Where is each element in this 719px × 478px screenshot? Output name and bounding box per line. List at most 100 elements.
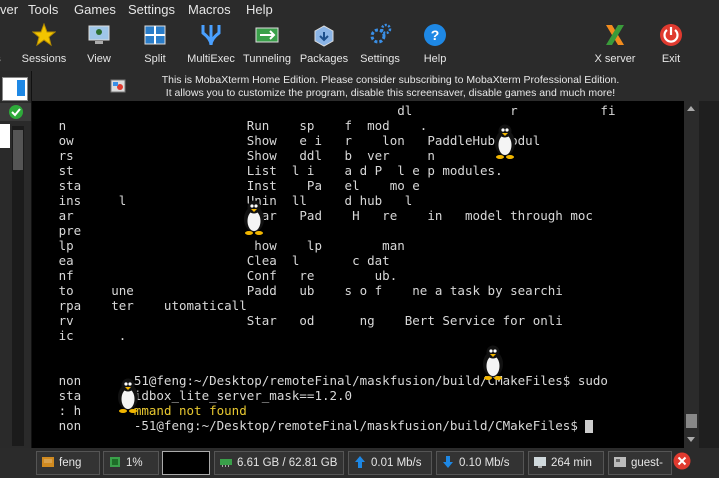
upload-icon — [355, 455, 365, 468]
status-graph-box — [162, 451, 210, 475]
status-guest: guest- — [608, 451, 672, 475]
help-button[interactable]: ? Help — [405, 19, 465, 71]
x-server-label: X server — [594, 53, 636, 65]
guest-icon — [614, 456, 626, 467]
status-guest-label: guest- — [631, 457, 663, 469]
sidebar-tab[interactable] — [2, 77, 28, 101]
partial-button[interactable]: ns — [0, 19, 15, 71]
terminal-line: lp how lp man — [36, 238, 405, 253]
memory-icon — [220, 458, 232, 467]
terminal-cursor — [585, 420, 594, 433]
terminal-line: ow Show e i r lon PaddleHub modul — [36, 133, 541, 148]
user-icon — [42, 456, 54, 467]
terminal-line: ar Sear Pad H re in model through moc — [36, 208, 593, 223]
terminal-line: : h mmand not found — [36, 403, 247, 418]
tux-penguin-2 — [241, 199, 267, 235]
split-button[interactable]: Split — [125, 19, 185, 71]
menu-help[interactable]: Help — [246, 2, 273, 17]
view-button[interactable]: View — [69, 19, 129, 71]
sidebar-row — [0, 103, 31, 121]
terminal-line: rv Star od ng Bert Service for onli — [36, 313, 563, 328]
packages-button[interactable]: Packages — [294, 19, 354, 71]
terminal-line: to une Padd ub s o f ne a task by search… — [36, 283, 563, 298]
tux-penguin-3 — [480, 344, 506, 380]
star-icon — [32, 23, 56, 47]
fork-icon — [201, 25, 221, 46]
help-label: Help — [423, 53, 447, 65]
terminal-scrollbar[interactable] — [684, 101, 699, 448]
partial-label: ns — [0, 53, 15, 65]
error-message: mmand not found — [133, 403, 247, 418]
download-icon — [443, 455, 453, 468]
terminal-line: non -51@feng:~/Desktop/remoteFinal/maskf… — [36, 418, 594, 433]
power-icon — [660, 24, 682, 46]
tunnel-icon — [255, 27, 279, 43]
menu-games[interactable]: Games — [74, 2, 116, 17]
banner-line-2: It allows you to customize the program, … — [165, 87, 616, 99]
menu-macros[interactable]: Macros — [188, 2, 231, 17]
tunneling-label: Tunneling — [243, 53, 291, 65]
terminal-line: ic . — [36, 328, 127, 343]
menu-view[interactable]: ver — [0, 2, 18, 17]
check-icon — [9, 105, 23, 119]
menu-settings[interactable]: Settings — [128, 2, 175, 17]
tunneling-button[interactable]: Tunneling — [237, 19, 297, 71]
split-icon — [144, 25, 166, 45]
terminal-line: ins l Unin ll d hub l — [36, 193, 413, 208]
status-upload: 0.01 Mb/s — [348, 451, 432, 475]
status-user-label: feng — [59, 457, 82, 469]
settings-label: Settings — [360, 53, 400, 65]
cpu-icon — [110, 456, 120, 467]
menu-bar: ver Tools Games Settings Macros Help — [0, 0, 719, 19]
status-upload-label: 0.01 Mb/s — [371, 457, 422, 469]
status-memory: 6.61 GB / 62.81 GB — [214, 451, 344, 475]
banner-line-1: This is MobaXterm Home Edition. Please c… — [161, 74, 620, 86]
exit-label: Exit — [661, 53, 681, 65]
package-icon — [314, 25, 334, 47]
clock-icon — [534, 456, 546, 468]
sessions-label: Sessions — [21, 53, 67, 65]
terminal-line: n Run sp f mod . — [36, 118, 428, 133]
sidebar-white-block — [0, 124, 10, 148]
menu-tools[interactable]: Tools — [28, 2, 58, 17]
terminal-line: sta Inst Pa el mo e — [36, 178, 420, 193]
scroll-thumb[interactable] — [686, 414, 697, 428]
multiexec-button[interactable]: MultiExec — [181, 19, 241, 71]
status-memory-label: 6.61 GB / 62.81 GB — [237, 457, 338, 469]
tux-penguin-1 — [492, 123, 518, 159]
status-cpu: 1% — [103, 451, 159, 475]
x-server-button[interactable]: X server — [585, 19, 645, 71]
scroll-down-icon[interactable] — [687, 437, 695, 442]
svg-text:?: ? — [431, 27, 440, 43]
view-label: View — [87, 53, 111, 65]
exit-button[interactable]: Exit — [641, 19, 701, 71]
status-download-label: 0.10 Mb/s — [459, 457, 510, 469]
terminal[interactable]: dl r fi n Run sp f mod . ow Show e i r l… — [32, 101, 684, 448]
close-icon[interactable] — [673, 452, 691, 470]
multiexec-label: MultiExec — [187, 53, 235, 65]
terminal-line: st List l i a d P l e p modules. — [36, 163, 503, 178]
status-cpu-label: 1% — [126, 457, 143, 469]
terminal-line: sta amidbox_lite_server_mask==1.2.0 — [36, 388, 353, 403]
terminal-line: nf Conf re ub. — [36, 268, 398, 283]
split-label: Split — [144, 53, 166, 65]
help-icon: ? — [424, 24, 446, 46]
terminal-line: rs Show ddl b ver n — [36, 148, 435, 163]
sidebar-pane — [0, 71, 32, 448]
terminal-line: rpa ter utomaticall — [36, 298, 247, 313]
monitor-icon — [88, 25, 110, 44]
sessions-button[interactable]: Sessions — [14, 19, 74, 71]
status-uptime-label: 264 min — [551, 457, 592, 469]
terminal-line: ea Clea l c dat — [36, 253, 390, 268]
x-server-icon — [606, 25, 624, 45]
packages-label: Packages — [299, 53, 349, 65]
sidebar-scrollbar[interactable] — [12, 126, 24, 446]
settings-button[interactable]: Settings — [350, 19, 410, 71]
toolbar: ns Sessions View Split MultiExec Tunneli… — [0, 19, 719, 71]
right-strip — [699, 101, 719, 448]
status-uptime: 264 min — [528, 451, 604, 475]
gears-icon — [370, 23, 392, 44]
scroll-up-icon[interactable] — [687, 106, 695, 111]
status-user: feng — [36, 451, 100, 475]
terminal-line: pre — [36, 223, 82, 238]
